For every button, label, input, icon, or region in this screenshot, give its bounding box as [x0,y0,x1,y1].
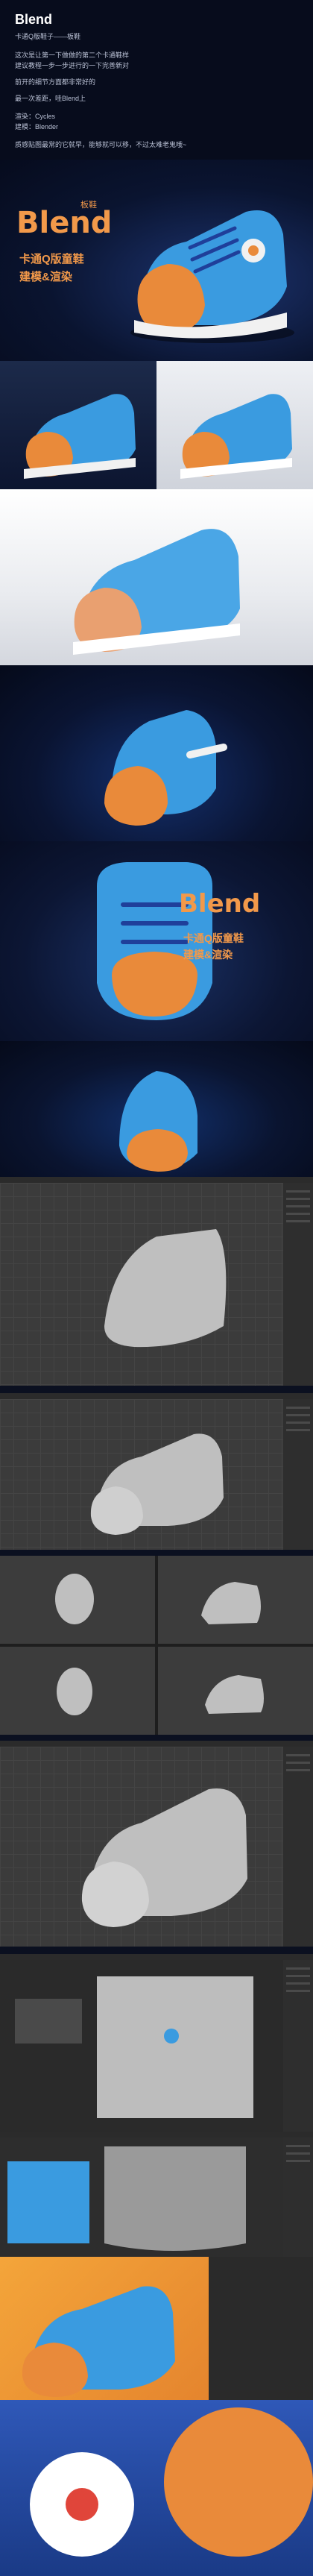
render-light [156,361,313,489]
render-angle-1 [0,665,313,841]
closeup-render-image [30,2407,313,2557]
shoe-render-front [97,862,212,1020]
intro-line-3: 前开的细节方面都非常好的 [15,78,96,86]
render-pair [0,361,313,489]
blender-render-setup [0,2132,313,2257]
final-mesh-shape [81,1788,247,1927]
front-brand: Blend [179,889,261,919]
scene-backdrop [15,1976,253,2118]
quad-view-meshes [55,1574,264,1715]
render-dark [0,361,156,489]
render-angle-2 [0,1041,313,1177]
render-front: Blend 卡通Q版童鞋 建模&渲染 [0,841,313,1041]
shoe-render-wireframe [73,529,240,655]
page-title: Blend [15,12,53,27]
front-title-line2: 建模&渲染 [183,949,233,961]
blender-quad-view [0,1556,313,1735]
shoe-render-angle [104,710,227,826]
blender-viewport-final-mesh [0,1741,313,1947]
shoe-render-back [119,1071,197,1172]
blender-scene-setup [0,1954,313,2132]
shoe-render-dark [24,394,136,479]
material-preview-render [22,2257,313,2400]
base-mesh-shape [104,1229,227,1348]
front-title-line1: 卡通Q版童鞋 [183,932,244,944]
closeup-render [0,2400,313,2576]
intro-line-4: 最一次差距，哇Blend上 [15,95,86,102]
hero-render: Blend 板鞋 卡通Q版童鞋 建模&渲染 [0,160,313,361]
blender-viewport-base-mesh [0,1177,313,1386]
modeling-tool-line: 建模：Blender [15,123,59,131]
blender-viewport-detail-mesh [0,1393,313,1550]
detail-mesh-shape [90,1433,224,1535]
intro-line-1: 这次是让第一下做做的第二个卡通鞋样 [15,51,130,59]
page: Blend 卡通Q版鞋子——板鞋 这次是让第一下做做的第二个卡通鞋样 建议教程一… [0,0,313,2576]
material-preview [0,2257,313,2400]
render-engine-line: 渲染：Cycles [15,113,56,120]
render-preview [7,2146,246,2251]
shoe-render-hero [130,210,294,343]
intro-section: Blend 卡通Q版鞋子——板鞋 这次是让第一下做做的第二个卡通鞋样 建议教程一… [0,0,313,160]
shoe-render-light [180,394,292,479]
page-subtitle: 卡通Q版鞋子——板鞋 [15,33,81,40]
wireframe-render [0,489,313,665]
intro-line-closing: 质感贴图最常的它就早，能够就可以移，不过太难老鬼哦~ [15,141,187,148]
intro-line-2: 建议教程一步一步进行的一下完善新对 [15,62,130,69]
